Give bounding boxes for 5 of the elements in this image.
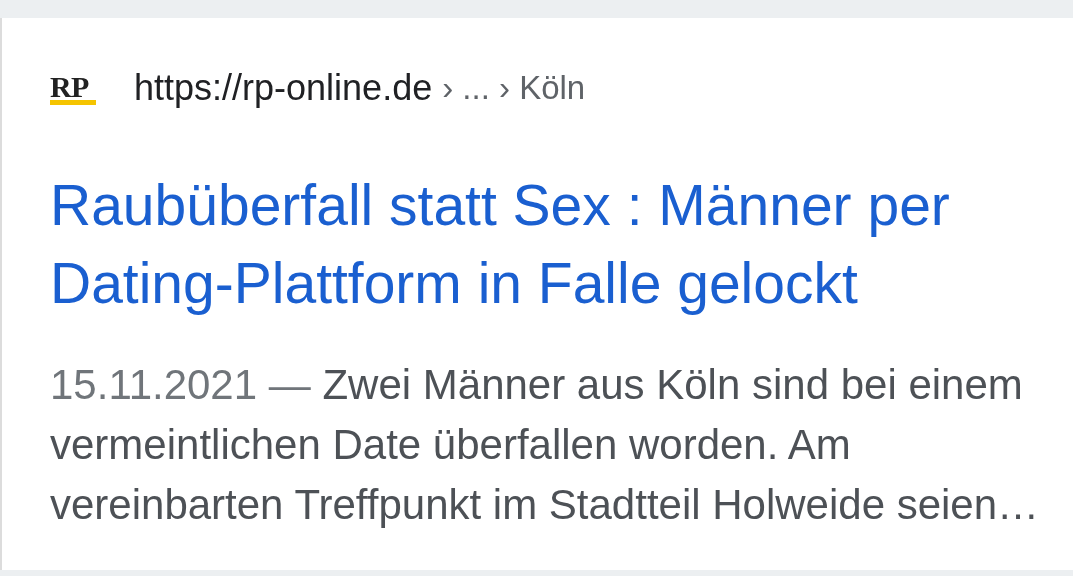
breadcrumb: › ... › Köln [442, 68, 586, 109]
result-snippet: 15.11.2021 — Zwei Männer aus Köln sind bei einem vermeintlichen Date überfallen worden. Am vereinbarten Treffpunkt im Stadtteil Holweide seien… [50, 360, 1041, 530]
result-title-link[interactable]: Raubüberfall statt Sex : Männer per Dating-Plattform in Falle gelockt [50, 166, 1050, 322]
site-logo: RP [50, 67, 98, 109]
site-url[interactable]: https://rp-online.de [134, 61, 433, 115]
